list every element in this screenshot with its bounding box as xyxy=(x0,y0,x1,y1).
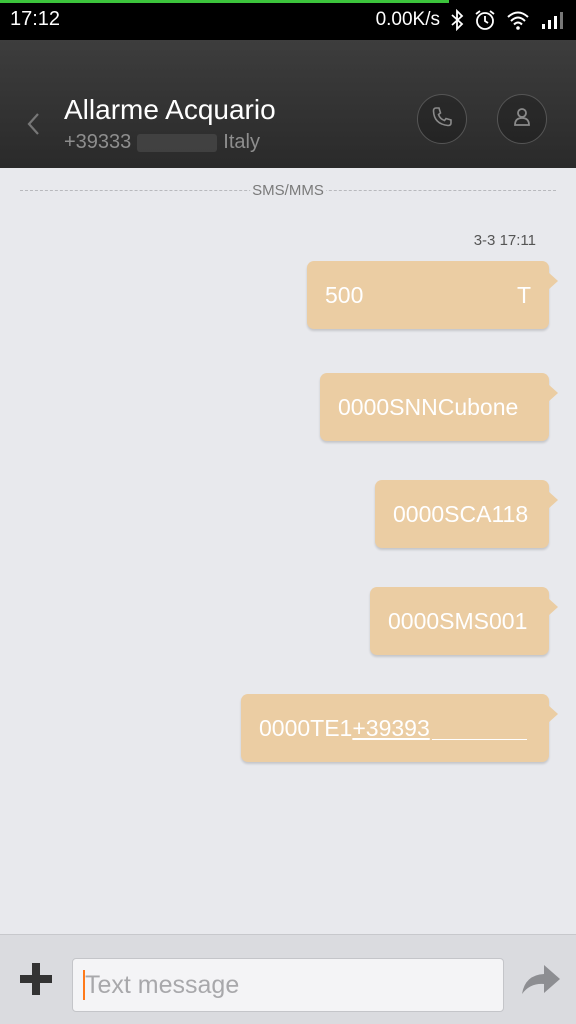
message-text: 0000SNNCubone xyxy=(338,393,519,420)
status-bar: 17:12 0.00K/s xyxy=(0,0,576,40)
wifi-icon xyxy=(506,10,530,30)
person-icon xyxy=(510,105,534,134)
message-bubble[interactable]: 500 T xyxy=(307,261,558,329)
download-progress-bar xyxy=(0,0,450,3)
redacted-link-tail xyxy=(431,717,527,740)
phone-prefix: +39333 xyxy=(64,131,132,153)
back-arrow-icon[interactable] xyxy=(22,108,46,140)
divider-label: SMS/MMS xyxy=(250,182,326,199)
message-timestamp: 3-3 17:11 xyxy=(473,232,536,249)
network-speed: 0.00K/s xyxy=(375,9,440,30)
message-placeholder: Text message xyxy=(85,970,240,999)
message-list[interactable]: SMS/MMS 3-3 17:11 500 T 0000SNNCubone 00… xyxy=(0,168,576,934)
plus-icon[interactable] xyxy=(18,961,54,997)
redacted-number xyxy=(137,134,218,152)
message-bubble[interactable]: 0000SMS001 xyxy=(370,587,558,655)
contact-country: Italy xyxy=(223,131,260,153)
compose-bar: Text message xyxy=(0,934,576,1024)
contact-details-button[interactable] xyxy=(497,94,547,144)
send-icon[interactable] xyxy=(520,963,562,997)
conversation-header: Allarme Acquario +39333 Italy xyxy=(0,40,576,168)
phone-icon xyxy=(430,105,454,134)
contact-name: Allarme Acquario xyxy=(64,94,276,125)
status-time: 17:12 xyxy=(10,8,61,30)
message-text: 0000TE1 xyxy=(259,714,353,741)
message-input[interactable]: Text message xyxy=(72,958,504,1012)
signal-icon xyxy=(540,10,566,30)
message-bubble[interactable]: 0000TE1 +39393 xyxy=(241,694,558,762)
message-text: 0000SCA118 xyxy=(393,500,529,527)
phone-number-link[interactable]: +39393 xyxy=(352,715,429,742)
message-text: 0000SMS001 xyxy=(388,607,528,634)
message-text: 500 xyxy=(325,281,364,308)
call-button[interactable] xyxy=(417,94,467,144)
message-bubble[interactable]: 0000SCA118 xyxy=(375,480,558,548)
contact-number: +39333 Italy xyxy=(64,131,260,154)
message-text: T xyxy=(516,281,531,308)
message-bubble[interactable]: 0000SNNCubone xyxy=(320,373,558,441)
status-icons: 0.00K/s xyxy=(376,6,566,34)
bluetooth-icon xyxy=(450,9,464,31)
alarm-icon xyxy=(474,9,496,31)
